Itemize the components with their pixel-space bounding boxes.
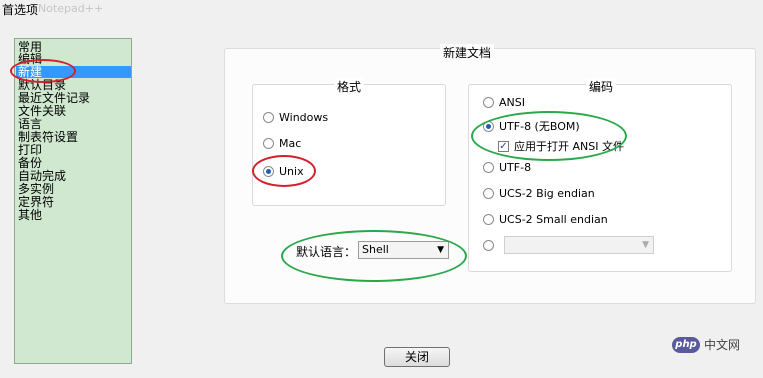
- sidebar-item-delimiter[interactable]: 定界符: [18, 196, 54, 208]
- new-document-group-title: 新建文档: [440, 44, 495, 61]
- checkbox-checked-icon[interactable]: ✓: [498, 140, 509, 152]
- encoding-radio-custom[interactable]: [483, 238, 499, 252]
- encoding-radio-ucs2-small-endian[interactable]: UCS-2 Small endian: [483, 212, 608, 226]
- encoding-group-title: 编码: [586, 78, 617, 95]
- title-bar: 首选项 Notepad++: [0, 0, 763, 18]
- sidebar-item-multi-instance[interactable]: 多实例: [18, 183, 54, 195]
- sidebar-item-print[interactable]: 打印: [18, 144, 42, 156]
- chevron-down-icon: ▼: [437, 245, 444, 255]
- sidebar-item-tab-settings[interactable]: 制表符设置: [18, 131, 78, 143]
- format-option-label: Unix: [279, 164, 304, 178]
- watermark: php 中文网: [672, 336, 740, 353]
- format-radio-mac[interactable]: Mac: [263, 136, 301, 150]
- radio-button-icon[interactable]: [483, 96, 494, 108]
- sidebar-item-edit[interactable]: 编辑: [18, 53, 42, 65]
- php-logo-icon: php: [672, 336, 700, 353]
- format-group-title: 格式: [334, 78, 365, 95]
- default-language-label: 默认语言：: [296, 245, 357, 259]
- encoding-radio-ansi[interactable]: ANSI: [483, 95, 525, 109]
- radio-button-icon[interactable]: [483, 213, 494, 225]
- encoding-radio-utf8-no-bom[interactable]: UTF-8 (无BOM): [483, 119, 580, 133]
- format-radio-windows[interactable]: Windows: [263, 110, 328, 124]
- radio-button-icon[interactable]: [263, 111, 274, 123]
- encoding-option-label: UCS-2 Big endian: [499, 186, 595, 200]
- sidebar-item-misc[interactable]: 其他: [18, 209, 42, 221]
- close-button[interactable]: 关闭: [384, 347, 450, 367]
- apply-to-ansi-label: 应用于打开 ANSI 文件: [514, 140, 624, 153]
- custom-encoding-select[interactable]: ▼: [504, 236, 654, 254]
- format-radio-unix[interactable]: Unix: [263, 164, 304, 178]
- radio-button-selected-icon[interactable]: [483, 120, 494, 132]
- format-option-label: Mac: [279, 136, 302, 150]
- background-window-title: Notepad++: [38, 2, 104, 15]
- sidebar-item-recent-files[interactable]: 最近文件记录: [18, 92, 90, 104]
- window-title: 首选项: [2, 3, 39, 17]
- category-list[interactable]: 常用 编辑 新建 默认目录 最近文件记录 文件关联 语言 制表符设置 打印 备份…: [14, 38, 132, 364]
- apply-to-ansi-checkbox[interactable]: ✓ 应用于打开 ANSI 文件: [498, 138, 624, 154]
- encoding-radio-ucs2-big-endian[interactable]: UCS-2 Big endian: [483, 186, 595, 200]
- encoding-option-label: UTF-8 (无BOM): [499, 120, 580, 133]
- default-language-select[interactable]: Shell ▼: [358, 241, 449, 259]
- chevron-down-icon: ▼: [642, 240, 649, 250]
- radio-button-icon[interactable]: [483, 187, 494, 199]
- sidebar-item-default-directory[interactable]: 默认目录: [18, 79, 66, 91]
- watermark-text: 中文网: [704, 338, 741, 352]
- encoding-option-label: ANSI: [499, 95, 525, 109]
- sidebar-item-auto-completion[interactable]: 自动完成: [18, 170, 66, 182]
- radio-button-icon[interactable]: [263, 137, 274, 149]
- encoding-option-label: UCS-2 Small endian: [499, 212, 608, 226]
- sidebar-item-file-association[interactable]: 文件关联: [18, 105, 66, 117]
- radio-button-selected-icon[interactable]: [263, 165, 274, 177]
- radio-button-icon[interactable]: [483, 239, 494, 251]
- default-language-value: Shell: [362, 243, 389, 256]
- radio-button-icon[interactable]: [483, 161, 494, 173]
- sidebar-item-language[interactable]: 语言: [18, 118, 42, 130]
- format-option-label: Windows: [279, 110, 329, 124]
- sidebar-item-new-document[interactable]: 新建: [16, 66, 131, 78]
- encoding-option-label: UTF-8: [499, 160, 532, 174]
- sidebar-item-backup[interactable]: 备份: [18, 157, 42, 169]
- encoding-radio-utf8[interactable]: UTF-8: [483, 160, 531, 174]
